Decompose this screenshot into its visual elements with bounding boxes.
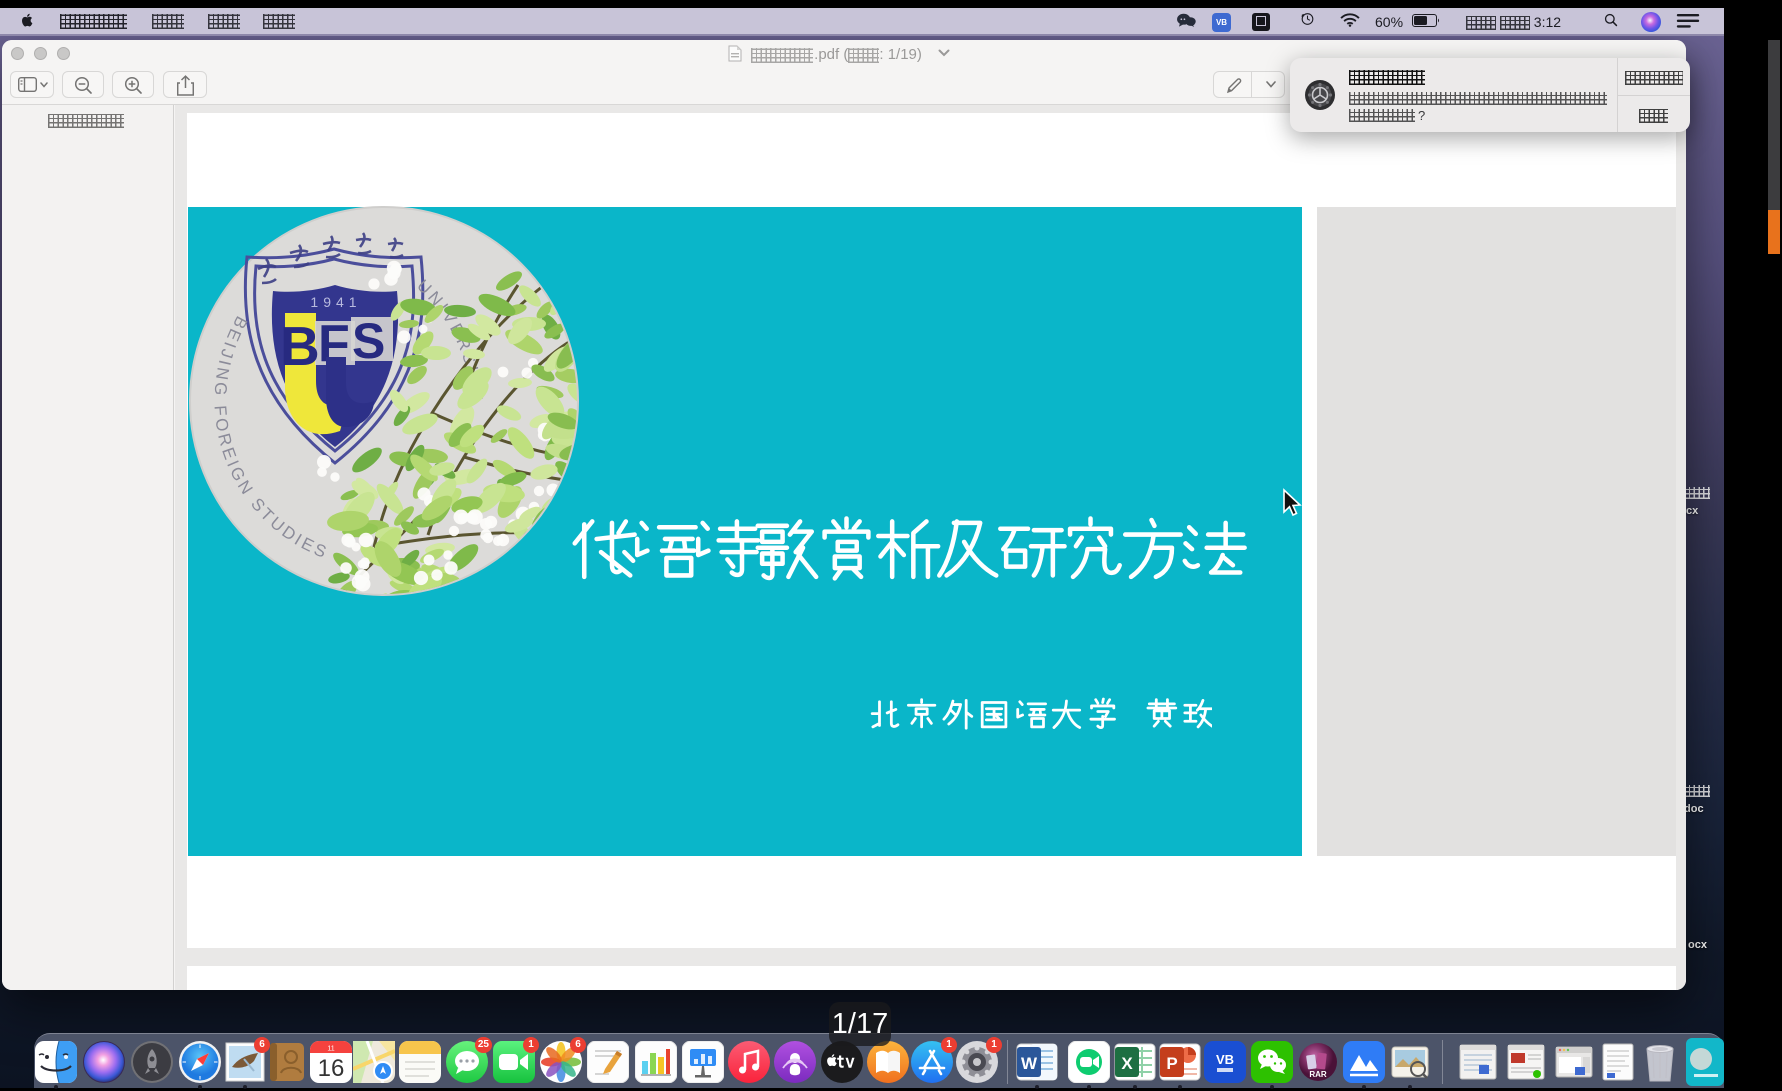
svg-text:B: B <box>280 315 320 377</box>
svg-text:X: X <box>1121 1054 1133 1073</box>
svg-text:RAR: RAR <box>1309 1070 1327 1079</box>
svg-text:1941: 1941 <box>310 294 361 310</box>
svg-text:11: 11 <box>327 1046 334 1053</box>
svg-text:P: P <box>1166 1054 1177 1073</box>
svg-text:16: 16 <box>318 1055 345 1082</box>
svg-text:W: W <box>1021 1054 1038 1073</box>
svg-text:VB: VB <box>1216 1052 1234 1067</box>
svg-text:S: S <box>352 313 385 369</box>
